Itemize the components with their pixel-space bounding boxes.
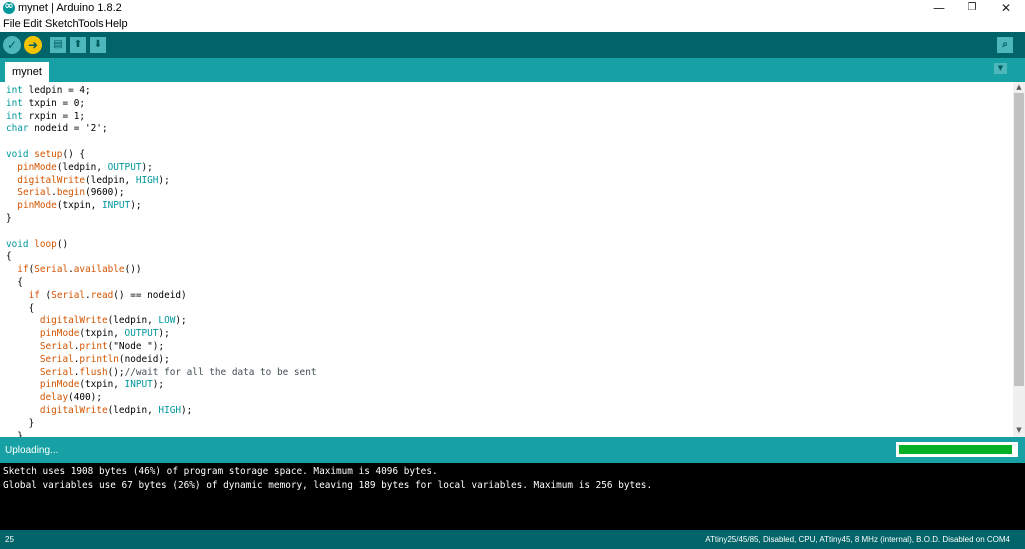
code-line: {: [6, 251, 12, 263]
code-line: void setup() {: [6, 149, 86, 160]
console-line: Sketch uses 1908 bytes (46%) of program …: [3, 466, 438, 477]
code-line: Serial.println(nodeid);: [39, 353, 170, 365]
code-editor[interactable]: int ledpin = 4; int txpin = 0; int rxpin =…: [0, 82, 1013, 437]
restore-icon[interactable]: ❐: [955, 0, 989, 17]
toolbar: ✓ ➜ ▤ ⬆ ⬇ ⌕: [0, 32, 1025, 58]
editor-scrollbar[interactable]: ▲ ▼: [1013, 82, 1025, 437]
verify-button[interactable]: ✓: [3, 36, 21, 54]
close-icon[interactable]: ✕: [989, 0, 1023, 17]
code-line: pinMode(ledpin, OUTPUT);: [17, 161, 153, 173]
tab-mynet[interactable]: mynet: [5, 62, 49, 82]
upload-progress-bar: [896, 442, 1018, 457]
menu-edit[interactable]: Edit: [23, 18, 42, 30]
line-number: 25: [5, 535, 14, 544]
code-line: Serial.begin(9600);: [17, 187, 125, 199]
serial-monitor-button[interactable]: ⌕: [997, 37, 1013, 53]
code-line: {: [6, 277, 23, 288]
arduino-logo-icon: [3, 0, 15, 14]
arrow-down-icon: ⬇: [93, 39, 103, 50]
code-line: digitalWrite(ledpin, LOW);: [39, 315, 187, 327]
code-line: }: [6, 213, 12, 224]
code-line: digitalWrite(ledpin, HIGH);: [39, 405, 193, 416]
window-title: mynet | Arduino 1.8.2: [18, 2, 122, 14]
board-info: ATtiny25/45/85, Disabled, CPU, ATtiny45,…: [705, 535, 1010, 544]
scroll-down-icon[interactable]: ▼: [1013, 425, 1025, 435]
open-button[interactable]: ⬆: [70, 37, 86, 53]
code-line: int ledpin = 4;: [6, 85, 91, 96]
menu-help[interactable]: Help: [105, 18, 128, 30]
code-line: char nodeid = '2';: [6, 123, 108, 135]
magnifier-icon: ⌕: [1002, 39, 1008, 50]
code-line: int txpin = 0;: [6, 97, 86, 109]
code-line: int rxpin = 1;: [6, 110, 86, 122]
menu-sketch[interactable]: Sketch: [45, 18, 79, 30]
code-line: if (Serial.read() == nodeid): [28, 289, 187, 301]
code-line: if(Serial.available()): [17, 264, 142, 276]
console-output: Sketch uses 1908 bytes (46%) of program …: [0, 463, 1025, 530]
tab-menu-button[interactable]: ▼: [994, 63, 1007, 74]
progress-fill: [899, 445, 1012, 454]
menu-file[interactable]: File: [3, 18, 21, 30]
code-line: pinMode(txpin, OUTPUT);: [39, 328, 170, 340]
code-line: delay(400);: [39, 392, 102, 404]
chevron-down-icon: ▼: [997, 64, 1004, 72]
checkmark-icon: ✓: [6, 38, 18, 52]
menu-bar: File Edit Sketch Tools Help: [0, 17, 1025, 32]
menu-tools[interactable]: Tools: [78, 18, 104, 30]
code-line: digitalWrite(ledpin, HIGH);: [17, 174, 170, 186]
title-bar: mynet | Arduino 1.8.2 — ❐ ✕: [0, 0, 1025, 17]
code-line: pinMode(txpin, INPUT);: [17, 200, 142, 212]
arrow-right-icon: ➜: [27, 38, 39, 52]
status-bar: Uploading...: [0, 437, 1025, 463]
arrow-up-icon: ⬆: [73, 39, 83, 50]
save-button[interactable]: ⬇: [90, 37, 106, 53]
status-message: Uploading...: [5, 445, 59, 456]
new-button[interactable]: ▤: [50, 37, 66, 53]
code-line: void loop(): [6, 238, 69, 250]
new-file-icon: ▤: [53, 39, 63, 50]
scroll-thumb[interactable]: [1014, 93, 1024, 386]
upload-button[interactable]: ➜: [24, 36, 42, 54]
code-line: Serial.flush();//wait for all the data t…: [39, 366, 317, 378]
code-line: pinMode(txpin, INPUT);: [39, 379, 165, 391]
scroll-up-icon[interactable]: ▲: [1013, 82, 1025, 92]
code-line: {: [6, 302, 35, 314]
tab-bar: mynet ▼: [0, 58, 1025, 82]
code-line: }: [6, 417, 35, 429]
code-line: Serial.print("Node ");: [39, 341, 165, 352]
minimize-icon[interactable]: —: [922, 0, 956, 17]
code-line: }: [6, 430, 23, 437]
footer-bar: 25 ATtiny25/45/85, Disabled, CPU, ATtiny…: [0, 530, 1025, 549]
console-line: Global variables use 67 bytes (26%) of d…: [3, 480, 653, 491]
